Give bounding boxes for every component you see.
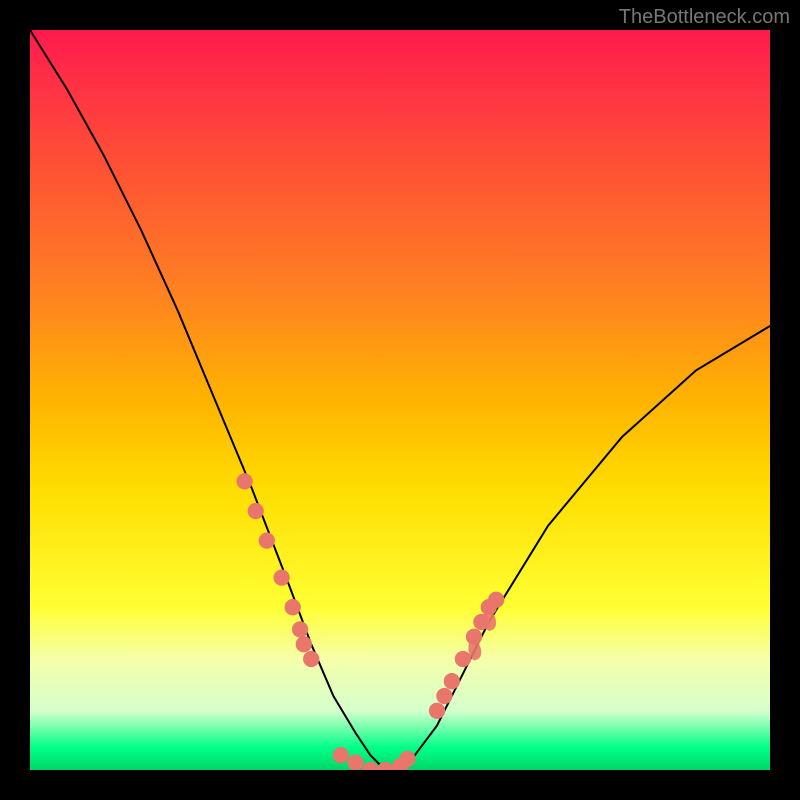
data-marker	[333, 747, 349, 763]
plot-area	[30, 30, 770, 770]
data-marker	[455, 651, 471, 667]
data-marker	[296, 636, 312, 652]
data-marker	[436, 688, 452, 704]
bottleneck-curve-svg	[30, 30, 770, 770]
chart-container: TheBottleneck.com	[0, 0, 800, 800]
data-marker	[236, 473, 252, 489]
marker-cluster-left	[236, 473, 319, 667]
data-marker	[273, 569, 289, 585]
data-marker	[444, 673, 460, 689]
data-marker	[303, 651, 319, 667]
data-marker	[248, 503, 264, 519]
data-marker	[292, 621, 308, 637]
bottleneck-curve	[30, 30, 770, 770]
data-marker	[259, 532, 275, 548]
data-marker	[362, 762, 378, 770]
data-marker	[488, 592, 504, 608]
data-marker	[285, 599, 301, 615]
data-marker	[429, 703, 445, 719]
data-marker	[399, 751, 415, 767]
watermark-text: TheBottleneck.com	[619, 6, 790, 29]
data-marker	[347, 754, 363, 770]
marker-cluster-right	[429, 592, 504, 719]
